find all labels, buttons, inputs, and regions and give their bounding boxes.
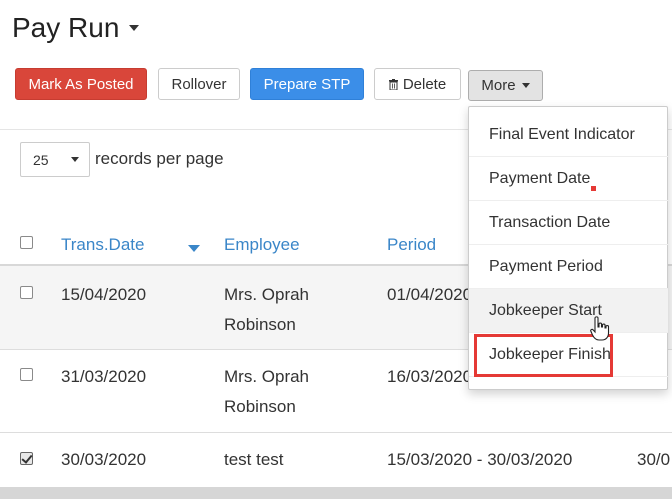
row-trans-date: 15/04/2020 bbox=[61, 285, 147, 304]
hand-cursor-icon bbox=[590, 316, 610, 341]
row-employee-line1: test test bbox=[224, 450, 284, 469]
menu-item-payment-period[interactable]: Payment Period bbox=[469, 245, 668, 289]
row-employee-line2: Robinson bbox=[224, 315, 296, 334]
chevron-down-icon bbox=[521, 83, 530, 88]
records-per-page-select[interactable]: 25 bbox=[20, 142, 90, 177]
rollover-button[interactable]: Rollover bbox=[158, 68, 240, 100]
menu-item-label: Jobkeeper Start bbox=[489, 301, 602, 319]
row-checkbox[interactable] bbox=[20, 452, 33, 465]
sort-desc-icon[interactable] bbox=[188, 245, 200, 252]
row-trans-date: 30/03/2020 bbox=[61, 450, 147, 469]
delete-label: Delete bbox=[402, 75, 447, 93]
more-label: More bbox=[481, 77, 516, 94]
page-title[interactable]: Pay Run bbox=[12, 12, 140, 44]
chevron-down-icon bbox=[71, 157, 79, 162]
menu-item-transaction-date[interactable]: Transaction Date bbox=[469, 201, 668, 245]
row-employee-line1: Mrs. Oprah bbox=[224, 285, 310, 304]
delete-button[interactable]: Delete bbox=[374, 68, 461, 100]
row-checkbox[interactable] bbox=[20, 368, 33, 381]
menu-item-payment-date[interactable]: Payment Date bbox=[469, 157, 668, 201]
row-trans-date: 31/03/2020 bbox=[61, 367, 147, 386]
prepare-stp-button[interactable]: Prepare STP bbox=[250, 68, 364, 100]
rollover-label: Rollover bbox=[171, 75, 227, 93]
trash-icon bbox=[388, 78, 398, 90]
records-per-page-label: records per page bbox=[95, 149, 224, 168]
menu-item-label: Payment Date bbox=[489, 169, 591, 187]
row-extra-date: 30/0 bbox=[637, 450, 671, 469]
menu-item-label: Payment Period bbox=[489, 257, 603, 275]
menu-item-final-event-indicator[interactable]: Final Event Indicator bbox=[469, 113, 668, 157]
chevron-down-icon bbox=[129, 25, 140, 31]
mark-as-posted-label: Mark As Posted bbox=[28, 75, 134, 93]
menu-item-jobkeeper-start[interactable]: Jobkeeper Start bbox=[469, 289, 668, 333]
mark-as-posted-button[interactable]: Mark As Posted bbox=[15, 68, 147, 100]
row-employee-line1: Mrs. Oprah bbox=[224, 367, 310, 386]
prepare-stp-label: Prepare STP bbox=[263, 75, 351, 93]
menu-item-label: Transaction Date bbox=[489, 213, 611, 231]
column-header-trans-date[interactable]: Trans.Date bbox=[61, 235, 144, 255]
select-all-checkbox[interactable] bbox=[20, 236, 33, 249]
annotation-dot bbox=[591, 186, 596, 191]
more-button[interactable]: More bbox=[468, 70, 543, 101]
page-title-text: Pay Run bbox=[12, 12, 120, 43]
column-header-employee[interactable]: Employee bbox=[224, 235, 300, 255]
scrollbar-track[interactable] bbox=[0, 487, 672, 499]
menu-item-label: Final Event Indicator bbox=[489, 125, 635, 143]
row-checkbox[interactable] bbox=[20, 286, 33, 299]
row-period: 01/04/2020 bbox=[387, 285, 473, 304]
table-row[interactable]: 30/03/2020 test test 15/03/2020 - 30/03/… bbox=[0, 433, 672, 486]
column-header-period[interactable]: Period bbox=[387, 235, 436, 255]
row-period: 16/03/2020 bbox=[387, 367, 473, 386]
per-page-value: 25 bbox=[33, 151, 49, 168]
row-period: 15/03/2020 - 30/03/2020 bbox=[387, 450, 573, 469]
row-employee-line2: Robinson bbox=[224, 397, 296, 416]
